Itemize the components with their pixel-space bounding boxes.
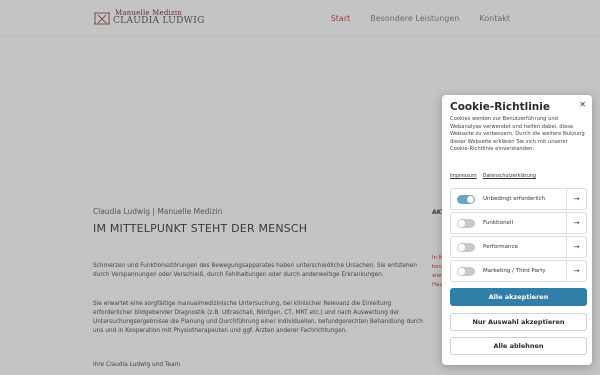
arrow-right-icon[interactable]: → [566, 261, 586, 281]
category-toggle[interactable] [457, 242, 475, 252]
category-toggle[interactable] [457, 266, 475, 276]
category-label: Unbedingt erforderlich [483, 196, 546, 202]
reject-all-button[interactable]: Alle ablehnen [450, 337, 587, 355]
category-label: Performance [483, 244, 518, 250]
logo-name: CLAUDIA LUDWIG [113, 16, 205, 26]
impressum-link[interactable]: Impressum [450, 174, 477, 179]
main-nav: Start Besondere Leistungen Kontakt [331, 0, 510, 36]
datenschutz-link[interactable]: Datenschutzerklärung [483, 174, 536, 179]
category-label: Funktionell [483, 220, 513, 226]
category-label: Marketing / Third Party [483, 268, 546, 274]
cookie-category-necessary: Unbedingt erforderlich → [450, 188, 587, 210]
site-logo[interactable]: Manuelle Medizin CLAUDIA LUDWIG [93, 9, 204, 28]
nav-item-kontakt[interactable]: Kontakt [479, 14, 510, 23]
nav-item-besondere-leistungen[interactable]: Besondere Leistungen [370, 14, 459, 23]
category-toggle[interactable] [457, 194, 475, 204]
nav-item-start[interactable]: Start [331, 14, 351, 23]
arrow-right-icon[interactable]: → [566, 237, 586, 257]
accept-all-button[interactable]: Alle akzeptieren [450, 288, 587, 306]
accept-selection-button[interactable]: Nur Auswahl akzeptieren [450, 313, 587, 331]
treatment-paragraph: Sie erwartet eine sorgfältige manualmedi… [93, 301, 423, 334]
cookie-banner: Cookie-Richtlinie ✕ Cookies werden zur B… [442, 95, 592, 365]
cookie-category-marketing: Marketing / Third Party → [450, 260, 587, 282]
intro-paragraph: Schmerzen und Funktionsstörungen des Bew… [93, 263, 417, 278]
page-subtitle: Claudia Ludwig | Manuelle Medizin [93, 207, 223, 216]
arrow-right-icon[interactable]: → [566, 213, 586, 233]
cookie-category-performance: Performance → [450, 236, 587, 258]
page-title: IM MITTELPUNKT STEHT DER MENSCH [93, 222, 308, 235]
signature-paragraph: Ihre Claudia Ludwig und Team [93, 362, 181, 368]
cookie-title: Cookie-Richtlinie [450, 101, 550, 113]
arrow-right-icon[interactable]: → [566, 189, 586, 209]
cookie-links: Impressum Datenschutzerklärung [450, 174, 536, 179]
header-divider [0, 36, 600, 37]
columns-logo-icon [94, 12, 110, 25]
site-header: Manuelle Medizin CLAUDIA LUDWIG Start Be… [0, 0, 600, 36]
cookie-description: Cookies werden zur Benutzerführung und W… [450, 116, 585, 153]
category-toggle[interactable] [457, 218, 475, 228]
cookie-category-functional: Funktionell → [450, 212, 587, 234]
close-icon[interactable]: ✕ [579, 100, 586, 109]
